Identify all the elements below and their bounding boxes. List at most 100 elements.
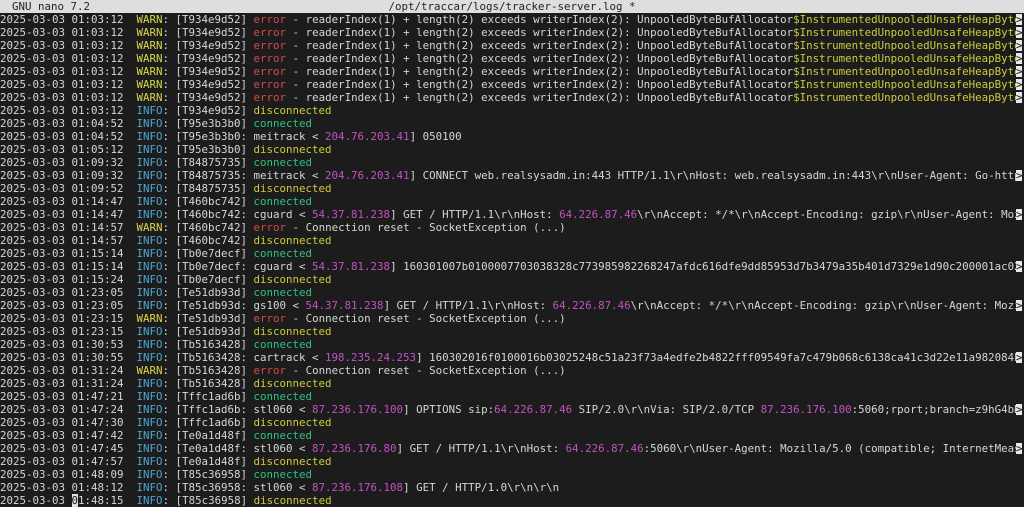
log-line[interactable]: 2025-03-03 01:03:12 WARN: [T934e9d52] er… — [0, 78, 1024, 91]
level-info: INFO — [136, 299, 163, 312]
error-label: error — [253, 312, 287, 325]
timestamp: 2025-03-03 01:09:32 — [0, 156, 137, 169]
level-warn: WARN — [136, 91, 163, 104]
log-line[interactable]: 2025-03-03 01:47:42 INFO: [Te0a1d48f] co… — [0, 429, 1024, 442]
status-connected: connected — [253, 468, 313, 481]
log-line[interactable]: 2025-03-03 01:15:24 INFO: [Tb0e7decf] di… — [0, 273, 1024, 286]
log-line[interactable]: 2025-03-03 01:47:21 INFO: [Tffc1ad6b] co… — [0, 390, 1024, 403]
level-warn: WARN — [136, 13, 163, 26]
message-text: : [Tb5163428: cartrack < — [162, 351, 326, 364]
timestamp: 2025-03-03 01:04:52 — [0, 117, 137, 130]
timestamp: 2025-03-03 01:05:12 — [0, 143, 137, 156]
status-disconnected: disconnected — [253, 234, 332, 247]
level-info: INFO — [136, 390, 163, 403]
log-line[interactable]: 2025-03-03 01:03:12 INFO: [T934e9d52] di… — [0, 104, 1024, 117]
log-line[interactable]: 2025-03-03 01:14:47 INFO: [T460bc742: cg… — [0, 208, 1024, 221]
message-text: : [Tb0e7decf] — [162, 247, 254, 260]
message-text: : [Te51db93d] — [162, 312, 254, 325]
log-line[interactable]: 2025-03-03 01:15:14 INFO: [Tb0e7decf] co… — [0, 247, 1024, 260]
level-info: INFO — [136, 494, 163, 507]
level-warn: WARN — [136, 39, 163, 52]
log-line[interactable]: 2025-03-03 01:03:12 WARN: [T934e9d52] er… — [0, 26, 1024, 39]
class-name: $InstrumentedUnpooledUnsafeHeapByte — [793, 26, 1021, 39]
log-line[interactable]: 2025-03-03 01:47:30 INFO: [Tffc1ad6b] di… — [0, 416, 1024, 429]
level-info: INFO — [136, 208, 163, 221]
timestamp: 2025-03-03 01:03:12 — [0, 91, 137, 104]
level-warn: WARN — [136, 364, 163, 377]
line-continues-marker: > — [1016, 403, 1023, 416]
class-name: $InstrumentedUnpooledUnsafeHeapByte — [793, 52, 1021, 65]
log-line[interactable]: 2025-03-03 01:23:05 INFO: [Te51db93d] co… — [0, 286, 1024, 299]
message-text: : [Te0a1d48f] — [162, 455, 254, 468]
log-line[interactable]: 2025-03-03 01:03:12 WARN: [T934e9d52] er… — [0, 91, 1024, 104]
line-continues-marker: > — [1016, 78, 1023, 91]
message-text: : [Te51db93d] — [162, 286, 254, 299]
log-line[interactable]: 2025-03-03 01:09:32 INFO: [T84875735] co… — [0, 156, 1024, 169]
log-line[interactable]: 2025-03-03 01:03:12 WARN: [T934e9d52] er… — [0, 39, 1024, 52]
message-text: - Connection reset - SocketException (..… — [286, 364, 566, 377]
log-line[interactable]: 2025-03-03 01:04:52 INFO: [T95e3b3b0: me… — [0, 130, 1024, 143]
editor-buffer[interactable]: 2025-03-03 01:03:12 WARN: [T934e9d52] er… — [0, 13, 1024, 507]
timestamp: 1:48:15 — [78, 494, 137, 507]
message-text: - readerIndex(1) + length(2) exceeds wri… — [286, 52, 794, 65]
status-connected: connected — [253, 247, 313, 260]
status-disconnected: disconnected — [253, 182, 332, 195]
log-line[interactable]: 2025-03-03 01:30:53 INFO: [Tb5163428] co… — [0, 338, 1024, 351]
ip-address: 54.37.81.238 — [305, 299, 384, 312]
ip-address: 87.236.176.100 — [312, 403, 404, 416]
log-line[interactable]: 2025-03-03 01:30:55 INFO: [Tb5163428: ca… — [0, 351, 1024, 364]
error-label: error — [253, 91, 287, 104]
log-line[interactable]: 2025-03-03 01:09:32 INFO: [T84875735: me… — [0, 169, 1024, 182]
class-name: $InstrumentedUnpooledUnsafeHeapByte — [793, 65, 1021, 78]
log-line[interactable]: 2025-03-03 01:23:05 INFO: [Te51db93d: gs… — [0, 299, 1024, 312]
level-info: INFO — [136, 234, 163, 247]
ip-address: 87.236.176.80 — [312, 442, 397, 455]
message-text: : [Te0a1d48f] — [162, 429, 254, 442]
log-line[interactable]: 2025-03-03 01:09:52 INFO: [T84875735] di… — [0, 182, 1024, 195]
message-text: : [T934e9d52] — [162, 104, 254, 117]
log-line[interactable]: 2025-03-03 01:15:14 INFO: [Tb0e7decf: cg… — [0, 260, 1024, 273]
log-line[interactable]: 2025-03-03 01:23:15 WARN: [Te51db93d] er… — [0, 312, 1024, 325]
level-info: INFO — [136, 416, 163, 429]
timestamp: 2025-03-03 01:23:05 — [0, 286, 137, 299]
timestamp: 2025-03-03 01:23:05 — [0, 299, 137, 312]
log-line[interactable]: 2025-03-03 01:48:12 INFO: [T85c36958: st… — [0, 481, 1024, 494]
log-line[interactable]: 2025-03-03 01:03:12 WARN: [T934e9d52] er… — [0, 52, 1024, 65]
timestamp: 2025-03-03 01:03:12 — [0, 26, 137, 39]
status-disconnected: disconnected — [253, 494, 332, 507]
log-line[interactable]: 2025-03-03 01:47:45 INFO: [Te0a1d48f: st… — [0, 442, 1024, 455]
message-text: - readerIndex(1) + length(2) exceeds wri… — [286, 65, 794, 78]
message-text: : [T460bc742] — [162, 221, 254, 234]
message-text: ] GET / HTTP/1.1\r\nHost: — [390, 208, 560, 221]
message-text: : [T85c36958] — [162, 468, 254, 481]
log-line[interactable]: 2025-03-03 01:03:12 WARN: [T934e9d52] er… — [0, 65, 1024, 78]
log-line[interactable]: 2025-03-03 01:14:47 INFO: [T460bc742] co… — [0, 195, 1024, 208]
message-text: ] GET / HTTP/1.0\r\n\r\n — [403, 481, 560, 494]
level-info: INFO — [136, 455, 163, 468]
log-line[interactable]: 2025-03-03 01:14:57 INFO: [T460bc742] di… — [0, 234, 1024, 247]
level-warn: WARN — [136, 312, 163, 325]
message-text: : [T934e9d52] — [162, 52, 254, 65]
ip-address: 64.226.87.46 — [494, 403, 573, 416]
log-line[interactable]: 2025-03-03 01:31:24 INFO: [Tb5163428] di… — [0, 377, 1024, 390]
log-line[interactable]: 2025-03-03 01:14:57 WARN: [T460bc742] er… — [0, 221, 1024, 234]
log-line[interactable]: 2025-03-03 01:05:12 INFO: [T95e3b3b0] di… — [0, 143, 1024, 156]
log-line[interactable]: 2025-03-03 01:31:24 WARN: [Tb5163428] er… — [0, 364, 1024, 377]
log-line[interactable]: 2025-03-03 01:04:52 INFO: [T95e3b3b0] co… — [0, 117, 1024, 130]
timestamp: 2025-03-03 01:23:15 — [0, 325, 137, 338]
timestamp: 2025-03-03 01:15:24 — [0, 273, 137, 286]
ip-address: 204.76.203.41 — [325, 130, 410, 143]
log-line[interactable]: 2025-03-03 01:47:57 INFO: [Te0a1d48f] di… — [0, 455, 1024, 468]
timestamp: 2025-03-03 01:47:21 — [0, 390, 137, 403]
timestamp: 2025-03-03 01:48:12 — [0, 481, 137, 494]
log-line[interactable]: 2025-03-03 01:48:09 INFO: [T85c36958] co… — [0, 468, 1024, 481]
message-text: - Connection reset - SocketException (..… — [286, 221, 566, 234]
log-line[interactable]: 2025-03-03 01:47:24 INFO: [Tffc1ad6b: st… — [0, 403, 1024, 416]
log-line[interactable]: 2025-03-03 01:48:15 INFO: [T85c36958] di… — [0, 494, 1024, 507]
message-text: ] 050100 — [409, 130, 462, 143]
timestamp: 2025-03-03 01:15:14 — [0, 260, 137, 273]
level-info: INFO — [136, 273, 163, 286]
message-text: : [T460bc742] — [162, 195, 254, 208]
log-line[interactable]: 2025-03-03 01:03:12 WARN: [T934e9d52] er… — [0, 13, 1024, 26]
log-line[interactable]: 2025-03-03 01:23:15 INFO: [Te51db93d] di… — [0, 325, 1024, 338]
